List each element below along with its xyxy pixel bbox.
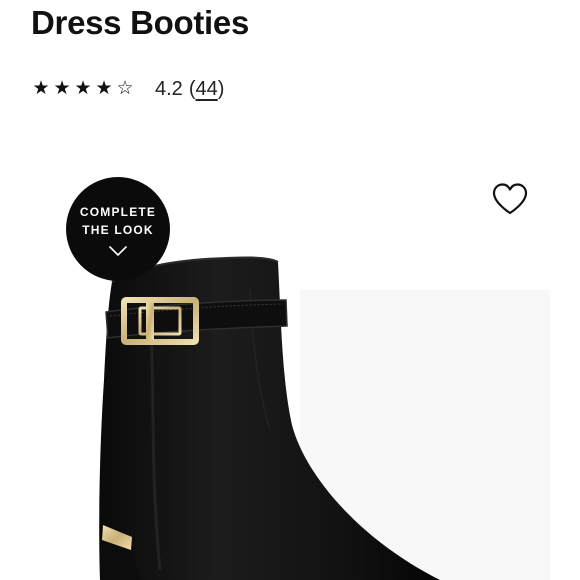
complete-the-look-button[interactable]: COMPLETE THE LOOK: [66, 177, 170, 281]
star-rating: ★ ★ ★ ★ ☆: [31, 76, 135, 102]
chevron-down-icon: [109, 243, 127, 261]
rating-value: 4.2: [155, 78, 183, 100]
rating-summary[interactable]: ★ ★ ★ ★ ☆ 4.2 (44): [31, 76, 224, 102]
review-count-link[interactable]: 44: [195, 78, 217, 100]
star-icon: ★: [95, 78, 113, 99]
star-icon: ★: [74, 78, 92, 99]
review-count: (44): [189, 76, 225, 102]
wishlist-heart-button[interactable]: [490, 180, 530, 218]
star-outline-icon: ☆: [116, 78, 134, 99]
star-icon: ★: [53, 78, 71, 99]
product-title: Dress Booties: [31, 4, 250, 41]
complete-the-look-label-line1: COMPLETE: [79, 205, 157, 219]
star-icon: ★: [32, 78, 50, 99]
heart-outline-icon: [492, 183, 528, 215]
complete-the-look-label-line2: THE LOOK: [82, 223, 154, 237]
review-count-close-paren: ): [217, 78, 225, 100]
